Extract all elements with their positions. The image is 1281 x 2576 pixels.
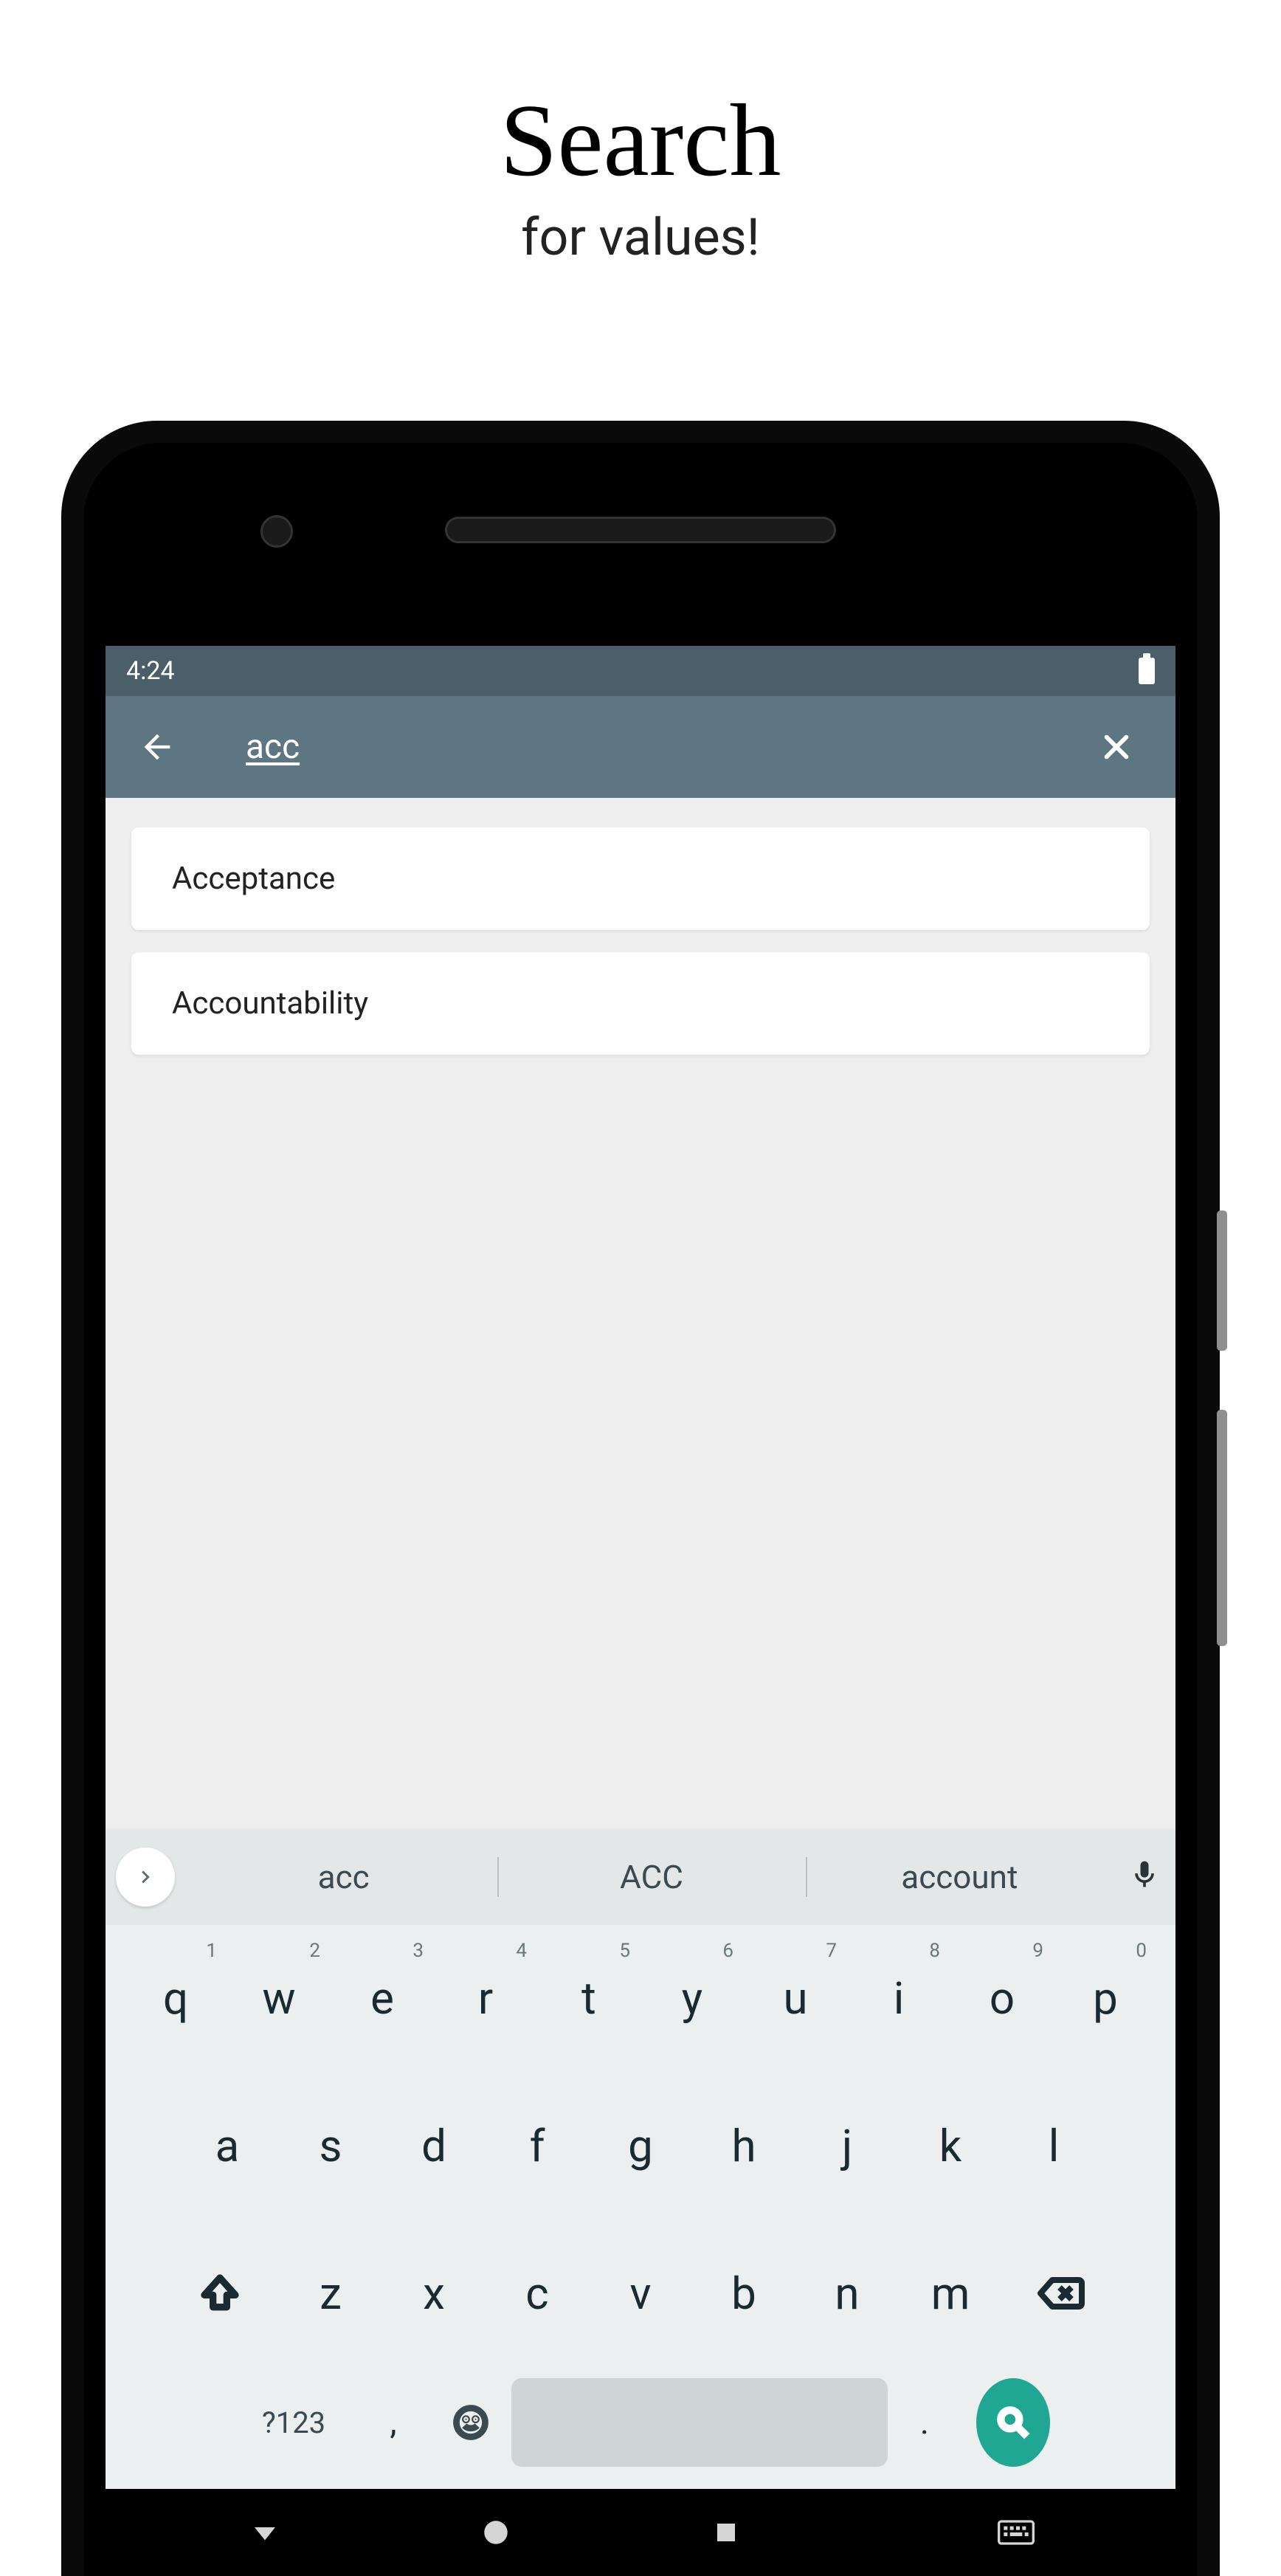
search-icon (995, 2404, 1032, 2441)
nav-recents[interactable] (704, 2510, 748, 2555)
page-title: Search (0, 81, 1281, 200)
suggestion[interactable]: account (806, 1851, 1113, 1903)
keyboard: acc ACC account q1 w2 e3 r (106, 1829, 1175, 2489)
key-d[interactable]: d (382, 2083, 486, 2208)
key-space[interactable] (511, 2378, 888, 2467)
key-y[interactable]: y6 (640, 1935, 744, 2061)
key-j[interactable]: j (795, 2083, 899, 2208)
key-z[interactable]: z (279, 2231, 382, 2356)
key-comma[interactable]: , (356, 2378, 430, 2467)
clear-search-button[interactable] (1094, 725, 1139, 769)
expand-suggestions-button[interactable] (116, 1847, 175, 1907)
key-t[interactable]: t5 (537, 1935, 640, 2061)
key-k[interactable]: k (899, 2083, 1002, 2208)
battery-icon (1139, 658, 1155, 684)
keyboard-row: a s d f g h j k l (111, 2083, 1170, 2208)
key-c[interactable]: c (486, 2231, 589, 2356)
phone-frame: 4:24 acc Acceptance Accountability (61, 421, 1220, 2576)
screen: 4:24 acc Acceptance Accountability (106, 646, 1175, 2576)
nav-back[interactable] (243, 2510, 287, 2555)
suggestion[interactable]: ACC (497, 1851, 805, 1903)
key-f[interactable]: f (486, 2083, 589, 2208)
key-i[interactable]: i8 (847, 1935, 950, 2061)
android-nav-bar (106, 2489, 1175, 2576)
keyboard-icon (998, 2520, 1035, 2545)
key-q[interactable]: q1 (124, 1935, 227, 2061)
emoji-icon (452, 2403, 490, 2442)
key-period[interactable]: . (888, 2378, 961, 2467)
nav-keyboard-switcher[interactable] (994, 2510, 1038, 2555)
triangle-down-icon (249, 2517, 280, 2548)
key-n[interactable]: n (795, 2231, 899, 2356)
key-backspace[interactable] (1002, 2231, 1120, 2356)
key-symbols[interactable]: ?123 (231, 2378, 356, 2467)
phone-camera (260, 515, 293, 548)
search-input[interactable]: acc (246, 727, 1094, 767)
shift-icon (199, 2273, 241, 2314)
key-g[interactable]: g (589, 2083, 692, 2208)
key-s[interactable]: s (279, 2083, 382, 2208)
key-shift[interactable] (161, 2231, 279, 2356)
results-list: Acceptance Accountability (106, 798, 1175, 1829)
key-a[interactable]: a (176, 2083, 279, 2208)
phone-speaker (445, 517, 836, 543)
key-p[interactable]: p0 (1054, 1935, 1157, 2061)
circle-icon (480, 2517, 511, 2548)
key-h[interactable]: h (692, 2083, 795, 2208)
key-e[interactable]: e3 (331, 1935, 434, 2061)
square-icon (713, 2519, 739, 2546)
key-m[interactable]: m (899, 2231, 1002, 2356)
keyboard-row: q1 w2 e3 r4 t5 y6 u7 i8 o9 p0 (111, 1935, 1170, 2061)
chevron-right-icon (133, 1864, 158, 1890)
close-icon (1099, 730, 1133, 764)
backspace-icon (1037, 2276, 1085, 2311)
phone-side-button (1217, 1410, 1227, 1646)
key-x[interactable]: x (382, 2231, 486, 2356)
status-time: 4:24 (126, 656, 175, 686)
key-v[interactable]: v (589, 2231, 692, 2356)
arrow-left-icon (138, 728, 176, 766)
key-w[interactable]: w2 (227, 1935, 331, 2061)
microphone-icon (1128, 1859, 1161, 1891)
key-b[interactable]: b (692, 2231, 795, 2356)
nav-home[interactable] (474, 2510, 518, 2555)
status-bar: 4:24 (106, 646, 1175, 696)
keyboard-row: z x c v b n m (111, 2231, 1170, 2356)
back-button[interactable] (135, 725, 179, 769)
suggestion[interactable]: acc (190, 1851, 497, 1903)
key-r[interactable]: r4 (434, 1935, 537, 2061)
key-search[interactable] (976, 2378, 1050, 2467)
key-l[interactable]: l (1002, 2083, 1105, 2208)
page-subtitle: for values! (0, 207, 1281, 268)
key-emoji[interactable] (430, 2378, 511, 2467)
result-item[interactable]: Accountability (131, 952, 1150, 1055)
app-bar: acc (106, 696, 1175, 798)
key-o[interactable]: o9 (950, 1935, 1054, 2061)
key-u[interactable]: u7 (744, 1935, 847, 2061)
keyboard-row: ?123 , . (111, 2378, 1170, 2467)
voice-input-button[interactable] (1128, 1859, 1165, 1895)
suggestion-bar: acc ACC account (106, 1829, 1175, 1925)
phone-side-button (1217, 1210, 1227, 1351)
result-item[interactable]: Acceptance (131, 827, 1150, 930)
